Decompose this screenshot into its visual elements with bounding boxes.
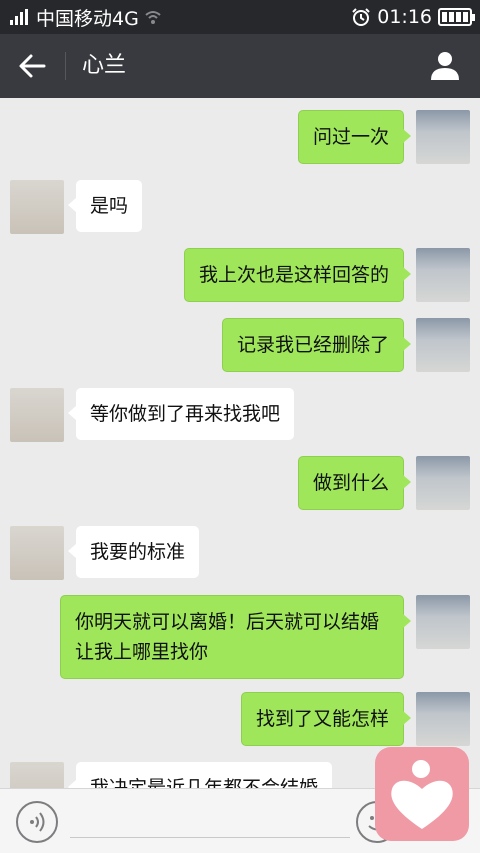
status-bar: 中国移动4G 01:16 — [0, 0, 480, 34]
battery-icon — [438, 8, 475, 26]
message-bubble[interactable]: 我上次也是这样回答的 — [183, 248, 412, 302]
contact-avatar[interactable] — [10, 180, 64, 234]
alarm-icon — [352, 8, 370, 26]
back-arrow-icon[interactable] — [14, 50, 50, 82]
message-bubble[interactable]: 等你做到了再来找我吧 — [67, 388, 295, 440]
wifi-icon — [145, 11, 161, 24]
message-bubble[interactable]: 你明天就可以离婚！后天就可以结婚让我上哪里找你 — [60, 595, 411, 679]
contact-avatar[interactable] — [10, 388, 64, 442]
header-divider — [65, 52, 66, 80]
message-bubble[interactable]: 问过一次 — [297, 110, 412, 164]
status-left: 中国移动4G — [10, 4, 161, 30]
message-row: 你明天就可以离婚！后天就可以结婚让我上哪里找你 — [0, 595, 480, 679]
message-bubble[interactable]: 我要的标准 — [67, 526, 200, 578]
message-bubble[interactable]: 找到了又能怎样 — [240, 692, 412, 746]
my-avatar[interactable] — [416, 692, 470, 746]
contact-icon[interactable] — [428, 48, 462, 82]
heart-logo — [375, 747, 469, 841]
chat-area[interactable]: 问过一次 是吗 我上次也是这样回答的 记录我已经删除了 等你做到了再来找我吧 做… — [0, 98, 480, 788]
message-row: 我上次也是这样回答的 — [0, 248, 480, 304]
message-row: 记录我已经删除了 — [0, 318, 480, 374]
chat-header: 心兰 — [0, 34, 480, 98]
message-row: 问过一次 — [0, 110, 480, 166]
carrier-label: 中国移动4G — [36, 7, 139, 30]
message-bubble[interactable]: 做到什么 — [297, 456, 412, 510]
my-avatar[interactable] — [416, 595, 470, 649]
message-bubble[interactable]: 记录我已经删除了 — [221, 318, 412, 372]
message-row: 找到了又能怎样 — [0, 692, 480, 748]
message-input[interactable] — [70, 837, 350, 838]
message-bubble[interactable]: 是吗 — [67, 180, 143, 232]
status-right: 01:16 — [351, 4, 475, 30]
voice-icon — [30, 812, 45, 832]
my-avatar[interactable] — [416, 456, 470, 510]
contact-avatar[interactable] — [10, 526, 64, 580]
my-avatar[interactable] — [416, 248, 470, 302]
signal-icon — [10, 9, 28, 25]
message-bubble[interactable]: 我决定最近几年都不会结婚 — [67, 762, 333, 788]
contact-avatar[interactable] — [10, 762, 64, 788]
voice-button[interactable] — [16, 801, 58, 843]
message-row: 我要的标准 — [0, 526, 480, 582]
clock: 01:16 — [377, 6, 432, 28]
message-row: 等你做到了再来找我吧 — [0, 388, 480, 444]
message-row: 是吗 — [0, 180, 480, 236]
my-avatar[interactable] — [416, 318, 470, 372]
page-title: 心兰 — [82, 53, 127, 78]
message-row: 做到什么 — [0, 456, 480, 512]
my-avatar[interactable] — [416, 110, 470, 164]
